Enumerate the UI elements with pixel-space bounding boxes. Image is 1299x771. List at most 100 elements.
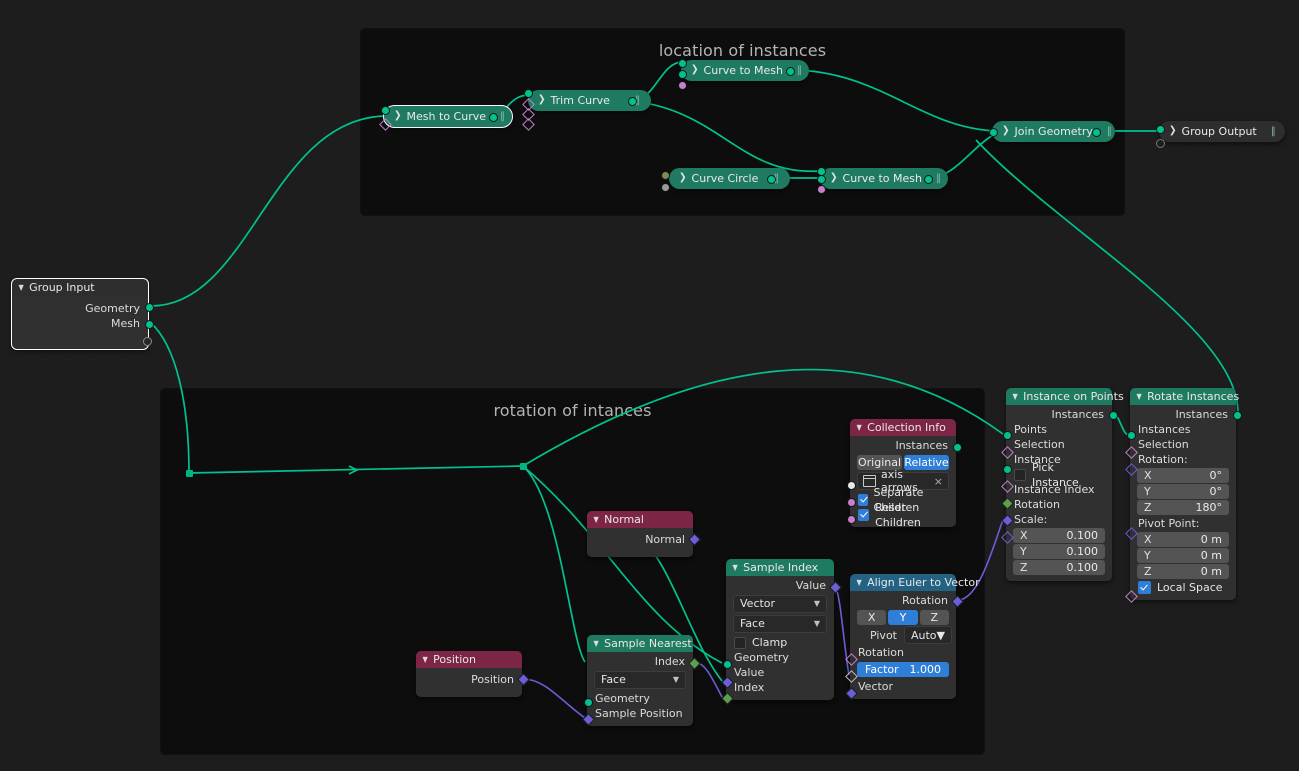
pivot-dropdown[interactable]: Auto ▼ [904,626,953,644]
socket-instances-out[interactable] [1233,411,1242,420]
collapse-chevron-icon[interactable]: ▼ [732,563,737,572]
socket-radius-in[interactable] [661,183,670,192]
socket-instances-out[interactable] [953,443,962,452]
node-align-euler-to-vector[interactable]: ▼ Align Euler to Vector Rotation X Y Z P… [850,574,980,699]
node-header[interactable]: ▼ Group Input [12,279,148,296]
socket-geometry-out[interactable] [145,303,154,312]
expand-chevron-icon[interactable]: ❯ [679,167,687,190]
socket-mesh-out[interactable] [924,175,933,184]
node-sample-nearest[interactable]: ▼ Sample Nearest Index Face ▼ Geometry S… [587,635,693,726]
node-rotate-instances[interactable]: ▼ Rotate Instances Instances Instances S… [1130,388,1239,600]
expand-chevron-icon[interactable]: ❯ [830,167,838,190]
pivot-dropdown-row[interactable]: Pivot Auto ▼ [857,626,953,644]
socket-curve-in[interactable] [678,59,687,68]
clamp-checkbox-row[interactable]: Clamp [726,635,834,650]
rotation-x-field[interactable]: X 0° [1137,468,1229,483]
pick-instance-checkbox[interactable] [1014,468,1026,481]
collapse-chevron-icon[interactable]: ▼ [856,578,861,587]
node-header[interactable]: ▼ Position [416,651,522,668]
socket-mesh-out[interactable] [145,320,154,329]
node-header[interactable]: ▼ Sample Nearest [587,635,693,652]
collapse-chevron-icon[interactable]: ▼ [856,423,861,432]
reroute-node[interactable] [186,470,193,477]
grip-icon[interactable]: ‖ [1257,121,1277,142]
domain-dropdown[interactable]: Face ▼ [733,615,827,633]
socket-reset-children-in[interactable] [847,515,856,524]
reroute-node[interactable] [520,463,527,470]
node-header[interactable]: ▼ Rotate Instances [1130,388,1239,405]
axis-x[interactable]: X [857,610,887,625]
socket-geometry-in[interactable] [584,698,593,707]
expand-chevron-icon[interactable]: ❯ [538,89,546,112]
socket-mesh-out[interactable] [786,67,795,76]
socket-instances-in[interactable] [1127,431,1136,440]
separate-children-checkbox[interactable] [858,493,868,506]
scale-x-field[interactable]: X 0.100 [1013,528,1105,543]
node-collection-info[interactable]: ▼ Collection Info Instances Original Rel… [850,419,956,529]
socket-curve-out[interactable] [628,97,637,106]
scale-z-field[interactable]: Z 0.100 [1013,560,1105,575]
socket-separate-children-in[interactable] [847,498,856,507]
node-group-input[interactable]: ▼ Group Input Geometry Mesh [11,278,149,350]
socket-curve-out[interactable] [489,113,498,122]
rotation-z-field[interactable]: Z 180° [1137,500,1229,515]
local-space-checkbox[interactable] [1138,581,1151,594]
chevron-down-icon[interactable]: ▼ [937,629,945,642]
axis-z[interactable]: Z [919,610,949,625]
socket-profile-curve-in[interactable] [678,70,687,79]
socket-fill-caps-in[interactable] [817,185,826,194]
socket-collection-in[interactable] [847,481,856,490]
socket-profile-curve-in[interactable] [817,175,826,184]
clear-collection-icon[interactable]: × [934,475,943,488]
reset-children-row[interactable]: Reset Children [850,501,956,529]
node-group-output[interactable]: ❯ Group Output ‖ [1159,121,1285,142]
axis-y[interactable]: Y [888,610,918,625]
socket-geometry-in[interactable] [1156,125,1165,134]
node-position[interactable]: ▼ Position Position [416,651,522,697]
node-sample-index[interactable]: ▼ Sample Index Value Vector ▼ Face ▼ Cla… [726,559,834,700]
reset-children-checkbox[interactable] [858,508,870,521]
socket-geometry-in[interactable] [723,660,732,669]
expand-chevron-icon[interactable]: ❯ [691,59,699,82]
socket-virtual-in[interactable] [1156,139,1165,148]
chevron-down-icon[interactable]: ▼ [814,596,820,612]
node-header[interactable]: ▼ Normal [587,511,693,528]
socket-geometry-in[interactable] [989,128,998,137]
clamp-checkbox[interactable] [734,636,746,649]
socket-geometry-in[interactable] [381,106,390,115]
rotation-y-field[interactable]: Y 0° [1137,484,1229,499]
scale-y-field[interactable]: Y 0.100 [1013,544,1105,559]
node-editor-canvas[interactable]: location of instances rotation of intanc… [0,0,1299,771]
domain-dropdown[interactable]: Face ▼ [594,671,686,689]
node-header[interactable]: ▼ Align Euler to Vector [850,574,980,591]
collapse-chevron-icon[interactable]: ▼ [593,639,598,648]
expand-chevron-icon[interactable]: ❯ [1002,120,1010,143]
collapse-chevron-icon[interactable]: ▼ [422,655,427,664]
pivot-z-field[interactable]: Z 0 m [1137,564,1229,579]
factor-slider[interactable]: Factor 1.000 [857,662,949,677]
socket-instance-in[interactable] [1003,465,1012,474]
expand-chevron-icon[interactable]: ❯ [394,105,402,128]
socket-virtual-out[interactable] [143,337,152,346]
chevron-down-icon[interactable]: ▼ [673,672,679,688]
socket-geometry-out[interactable] [1092,128,1101,137]
socket-fill-caps-in[interactable] [678,81,687,90]
pivot-x-field[interactable]: X 0 m [1137,532,1229,547]
data-type-dropdown[interactable]: Vector ▼ [733,595,827,613]
socket-curve-in[interactable] [524,89,533,98]
socket-instances-out[interactable] [1109,411,1118,420]
collapse-chevron-icon[interactable]: ▼ [1136,392,1141,401]
collapse-chevron-icon[interactable]: ▼ [18,283,23,292]
axis-toggle[interactable]: X Y Z [857,610,949,625]
pick-instance-row[interactable]: Pick Instance [1006,461,1112,489]
node-header[interactable]: ▼ Sample Index [726,559,834,576]
node-header[interactable]: ▼ Instance on Points [1006,388,1124,405]
collapse-chevron-icon[interactable]: ▼ [593,515,598,524]
socket-points-in[interactable] [1003,431,1012,440]
node-normal[interactable]: ▼ Normal Normal [587,511,693,557]
local-space-row[interactable]: Local Space [1130,580,1236,595]
socket-resolution-in[interactable] [661,171,670,180]
node-header[interactable]: ▼ Collection Info [850,419,956,436]
chevron-down-icon[interactable]: ▼ [814,616,820,632]
collapse-chevron-icon[interactable]: ▼ [1012,392,1017,401]
